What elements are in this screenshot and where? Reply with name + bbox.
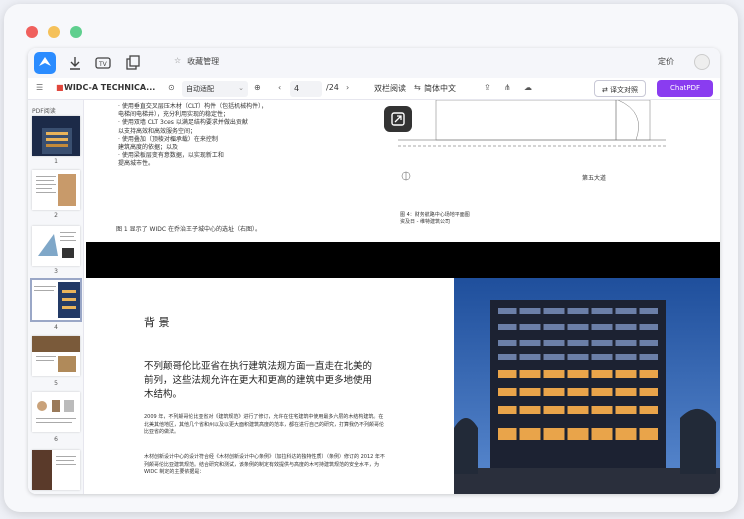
chevron-down-icon: ⌄ bbox=[238, 84, 244, 92]
minimize-window-button[interactable] bbox=[48, 26, 60, 38]
page-thumbnail-3[interactable] bbox=[32, 226, 80, 266]
maximize-window-button[interactable] bbox=[70, 26, 82, 38]
sidebar-toggle-icon[interactable]: ☰ bbox=[36, 83, 43, 92]
page-number-5: 5 bbox=[54, 380, 58, 387]
favorites-link[interactable]: ☆ 收藏管理 bbox=[174, 56, 219, 67]
bullet-line: · 使用梁板层变有意数据，以实现新工和 bbox=[118, 152, 224, 160]
zoom-fit-icon[interactable]: ⊙ bbox=[168, 83, 175, 92]
app-logo-icon[interactable] bbox=[34, 52, 56, 74]
chatpdf-button[interactable]: ChatPDF bbox=[657, 80, 713, 97]
zoom-in-icon[interactable]: ⊕ bbox=[254, 83, 261, 92]
fullscreen-icon bbox=[391, 112, 405, 126]
bullet-line: · 使用叠加（顶棱对楣承载）在来控制 bbox=[118, 135, 218, 143]
doc-toolbar: ☰ ■ WIDC-A TECHNICA... ⊙ 自动适配 ⌄ ⊕ ‹ 4 /2… bbox=[28, 78, 720, 100]
zoom-select[interactable]: 自动适配 ⌄ bbox=[182, 81, 248, 97]
page-number-2: 2 bbox=[54, 212, 58, 219]
page-total: /24 bbox=[326, 83, 339, 92]
body-paragraph: 木材创新设计中心的设计符合经《木材创新设计中心条例》（加拉科达的独特性质）（条例… bbox=[144, 454, 385, 475]
file-tab[interactable]: WIDC-A TECHNICA... bbox=[64, 83, 155, 92]
bullet-line: 建筑高度的依据；以及 bbox=[118, 144, 179, 152]
page-gap bbox=[86, 242, 720, 278]
thumbnail-sidebar: PDF阅读 1 2 3 4 5 6 bbox=[28, 100, 84, 494]
pdf-file-icon: ■ bbox=[56, 83, 64, 92]
building-photo bbox=[454, 278, 720, 494]
pricing-link[interactable]: 定价 bbox=[658, 56, 674, 67]
page-number-6: 6 bbox=[54, 436, 58, 443]
page-number-3: 3 bbox=[54, 268, 58, 275]
cloud-icon[interactable]: ☁ bbox=[524, 83, 532, 92]
site-plan-drawing: 第五大道 bbox=[398, 100, 666, 182]
street-label: 第五大道 bbox=[582, 174, 606, 182]
body-paragraph: 2009 年，不列颠哥伦比亚省对《建筑规范》进行了修订，允许在住宅建筑中使用最多… bbox=[144, 414, 385, 435]
top-bar: TV ☆ 收藏管理 定价 bbox=[28, 48, 720, 78]
page-thumbnail-5[interactable] bbox=[32, 336, 80, 376]
page-number-input[interactable]: 4 bbox=[290, 81, 322, 97]
bullet-line: · 使用垂直交叉层压木材（CLT）构件（包括机械构件）， bbox=[118, 103, 268, 110]
copy-icon[interactable] bbox=[124, 54, 142, 72]
language-select[interactable]: 简体中文 bbox=[424, 83, 456, 94]
star-icon: ☆ bbox=[174, 56, 182, 65]
compare-translation-button[interactable]: ⇄ 译文对照 bbox=[594, 80, 646, 97]
floating-fullscreen-button[interactable] bbox=[384, 106, 412, 132]
document-viewer: · 使用垂直交叉层压木材（CLT）构件（包括机械构件）， 电梯间电梯井），充分利… bbox=[86, 100, 720, 494]
page-thumbnail-4[interactable] bbox=[30, 278, 82, 322]
pdf-page-4: 背 景 不列颠哥伦比亚省在执行建筑法规方面一直走在北美的前列，这些法规允许在更大… bbox=[86, 278, 720, 494]
favorites-label: 收藏管理 bbox=[187, 57, 220, 66]
page-number-1: 1 bbox=[54, 158, 58, 165]
svg-text:TV: TV bbox=[98, 61, 108, 68]
figure-caption: 图 4：财务航路中心场地平面图 资及日 - 维特建筑公司 bbox=[400, 212, 470, 225]
download-icon[interactable] bbox=[66, 54, 84, 72]
reading-mode-select[interactable]: 双栏阅读 bbox=[374, 83, 406, 94]
share-icon[interactable]: ⋔ bbox=[504, 83, 511, 92]
avatar[interactable] bbox=[694, 54, 710, 70]
page-number-4: 4 bbox=[54, 324, 58, 331]
window-frame: TV ☆ 收藏管理 定价 ☰ ■ WIDC-A TECHNICA... ⊙ 自动… bbox=[4, 4, 738, 512]
tv-icon[interactable]: TV bbox=[94, 54, 112, 72]
page-thumbnail-6[interactable] bbox=[32, 392, 80, 432]
section-heading: 背 景 bbox=[144, 316, 170, 329]
page-thumbnail-1[interactable] bbox=[32, 116, 80, 156]
sidebar-title: PDF阅读 bbox=[32, 108, 56, 115]
lead-paragraph: 不列颠哥伦比亚省在执行建筑法规方面一直走在北美的前列，这些法规允许在更大和更高的… bbox=[144, 361, 373, 400]
bullet-line: · 使用双墙 CLT 3ces 以满足结构要求并做出贡献 bbox=[118, 119, 248, 127]
app-window: TV ☆ 收藏管理 定价 ☰ ■ WIDC-A TECHNICA... ⊙ 自动… bbox=[28, 48, 720, 494]
next-page-icon[interactable]: › bbox=[346, 83, 349, 92]
page-thumbnail-7[interactable] bbox=[32, 450, 80, 490]
figure-reference: 图 1 显示了 WIDC 在乔治王子城中心的选址（右图）。 bbox=[116, 226, 261, 233]
prev-page-icon[interactable]: ‹ bbox=[278, 83, 281, 92]
bullet-line: 以支持高效和高效服务空间； bbox=[118, 127, 197, 135]
export-icon[interactable]: ⇪ bbox=[484, 83, 491, 92]
bullet-line: 提高城市性。 bbox=[118, 160, 155, 168]
window-controls bbox=[26, 26, 82, 38]
close-window-button[interactable] bbox=[26, 26, 38, 38]
translate-icon[interactable]: ⇆ bbox=[414, 83, 421, 92]
bullet-list: · 使用垂直交叉层压木材（CLT）构件（包括机械构件）， 电梯间电梯井），充分利… bbox=[118, 103, 368, 169]
page-thumbnail-2[interactable] bbox=[32, 170, 80, 210]
